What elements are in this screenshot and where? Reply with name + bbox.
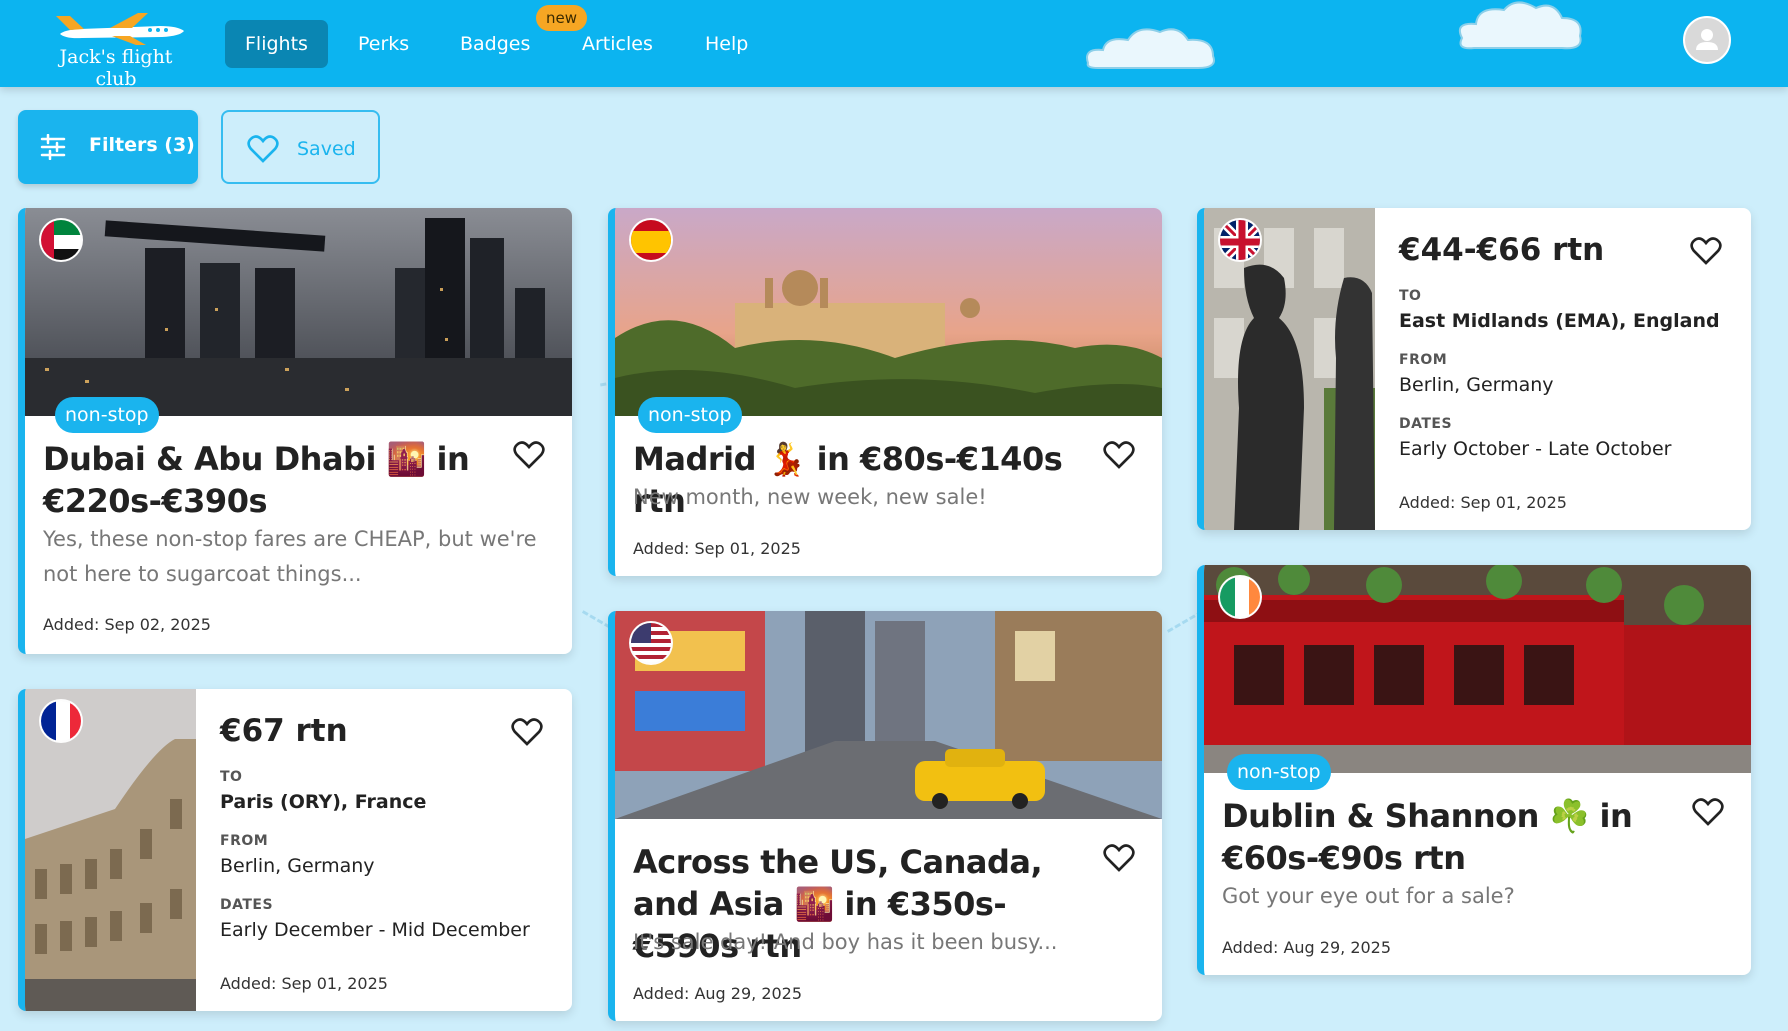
- from-label: FROM: [220, 833, 269, 849]
- usa-flag-icon: [629, 621, 673, 665]
- deal-subtitle: Yes, these non-stop fares are CHEAP, but…: [43, 527, 537, 586]
- travel-dates: Early December - Mid December: [220, 919, 530, 941]
- spain-flag-icon: [629, 218, 673, 262]
- deal-price: €44-€66 rtn: [1399, 232, 1605, 268]
- deal-subtitle: New month, new week, new sale!: [633, 485, 987, 509]
- france-flag-icon: [39, 699, 83, 743]
- origin: Berlin, Germany: [1399, 374, 1554, 396]
- dates-label: DATES: [220, 897, 274, 913]
- non-stop-tag: non-stop: [55, 397, 159, 433]
- logo-text: Jack's flight club: [59, 46, 173, 90]
- save-heart-icon[interactable]: [513, 440, 545, 470]
- to-label: TO: [220, 769, 243, 785]
- deal-card-east-midlands[interactable]: €44-€66 rtn TO East Midlands (EMA), Engl…: [1197, 208, 1751, 530]
- save-heart-icon[interactable]: [511, 717, 543, 747]
- airplane-icon: [56, 13, 184, 45]
- deal-card-dublin[interactable]: non-stop Dublin & Shannon ☘️ in €60s-€90…: [1197, 565, 1751, 975]
- deal-card-dubai[interactable]: non-stop Dubai & Abu Dhabi 🌇 in €220s-€3…: [18, 208, 572, 654]
- logo[interactable]: Jack's flight club: [36, 12, 196, 90]
- ireland-flag-icon: [1218, 575, 1262, 619]
- nav-perks[interactable]: Perks: [338, 20, 429, 68]
- save-heart-icon[interactable]: [1690, 236, 1722, 266]
- added-date: Added: Aug 29, 2025: [633, 984, 803, 1003]
- deal-card-paris[interactable]: €67 rtn TO Paris (ORY), France FROM Berl…: [18, 689, 572, 1011]
- deal-subtitle: It's sale day! And boy has it been busy.…: [633, 930, 1058, 954]
- added-date: Added: Sep 01, 2025: [1399, 493, 1567, 512]
- deal-title: Dublin & Shannon ☘️ in €60s-€90s rtn: [1222, 797, 1633, 877]
- deal-card-us-canada-asia[interactable]: Across the US, Canada, and Asia 🌇 in €35…: [608, 611, 1162, 1021]
- user-icon: [1696, 29, 1718, 50]
- deal-image-dubai: [25, 208, 572, 416]
- nav-flights[interactable]: Flights: [225, 20, 328, 68]
- from-label: FROM: [1399, 352, 1448, 368]
- to-label: TO: [1399, 288, 1422, 304]
- deal-image-times-square: [615, 611, 1162, 819]
- save-heart-icon[interactable]: [1103, 843, 1135, 873]
- heart-icon: [247, 135, 279, 163]
- filters-label: Filters (3): [89, 134, 195, 156]
- deal-image-madrid: [615, 208, 1162, 416]
- top-navigation-bar: Jack's flight club Flights Perks Badges …: [0, 0, 1788, 90]
- saved-button[interactable]: Saved: [221, 110, 380, 184]
- uk-flag-icon: [1218, 218, 1262, 262]
- cloud-icon: [1458, 1, 1582, 50]
- non-stop-tag: non-stop: [1227, 754, 1331, 790]
- save-heart-icon[interactable]: [1692, 797, 1724, 827]
- deal-image-temple-bar: [1204, 565, 1751, 773]
- destination: East Midlands (EMA), England: [1399, 310, 1720, 332]
- added-date: Added: Aug 29, 2025: [1222, 938, 1392, 957]
- deal-card-madrid[interactable]: non-stop Madrid 💃 in €80s-€140s rtn New …: [608, 208, 1162, 576]
- filters-button[interactable]: Filters (3): [18, 110, 198, 184]
- added-date: Added: Sep 01, 2025: [220, 974, 388, 993]
- origin: Berlin, Germany: [220, 855, 375, 877]
- uae-flag-icon: [39, 218, 83, 262]
- deal-subtitle: Got your eye out for a sale?: [1222, 884, 1515, 908]
- non-stop-tag: non-stop: [638, 397, 742, 433]
- cloud-icon: [1086, 28, 1215, 69]
- nav-help[interactable]: Help: [685, 20, 768, 68]
- save-heart-icon[interactable]: [1103, 440, 1135, 470]
- destination: Paris (ORY), France: [220, 791, 427, 813]
- dates-label: DATES: [1399, 416, 1453, 432]
- travel-dates: Early October - Late October: [1399, 438, 1672, 460]
- added-date: Added: Sep 01, 2025: [633, 539, 801, 558]
- deal-price: €67 rtn: [220, 713, 348, 749]
- saved-label: Saved: [297, 138, 356, 160]
- deal-title: Dubai & Abu Dhabi 🌇 in €220s-€390s: [43, 440, 470, 520]
- nav-articles[interactable]: Articles: [562, 20, 673, 68]
- sliders-icon: [40, 134, 66, 160]
- user-avatar[interactable]: [1683, 16, 1731, 64]
- nav-badges[interactable]: Badges: [440, 20, 550, 68]
- added-date: Added: Sep 02, 2025: [43, 615, 211, 634]
